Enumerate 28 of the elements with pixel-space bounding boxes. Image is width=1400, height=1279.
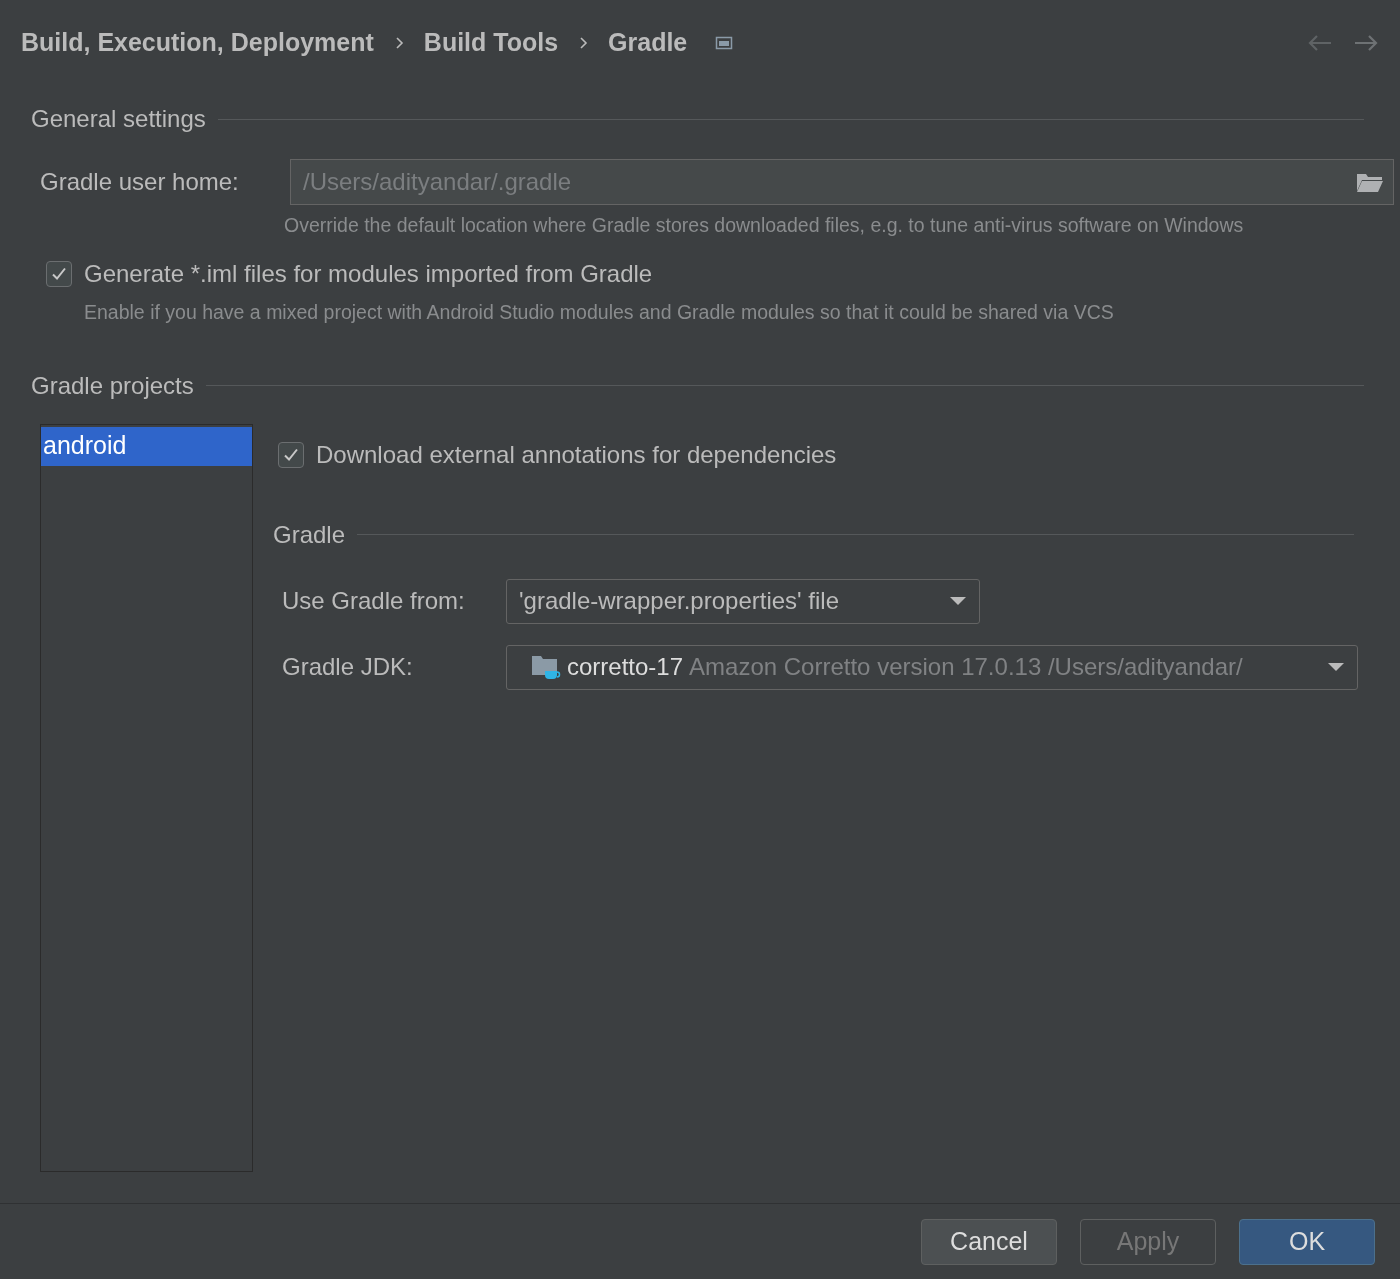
checkbox[interactable] bbox=[278, 441, 304, 468]
field-label: Gradle user home: bbox=[40, 167, 240, 197]
folder-cup-icon bbox=[531, 653, 561, 681]
field-label: Gradle JDK: bbox=[282, 652, 414, 682]
forward-arrow-icon[interactable] bbox=[1353, 32, 1379, 53]
breadcrumb-item[interactable]: Build Tools bbox=[423, 23, 559, 62]
hint-text: Override the default location where Gradle stores downloaded files, e.g. to tune anti-virus software on Windows bbox=[284, 213, 1245, 238]
section-title: Gradle bbox=[273, 519, 346, 550]
section-title: General settings bbox=[31, 104, 206, 134]
section-title: Gradle projects bbox=[31, 370, 194, 401]
dropdown[interactable]: corretto-17 Amazon Corretto version 17.0.13 /Users/adityandar/ bbox=[506, 644, 1358, 690]
project-list-item[interactable]: android bbox=[41, 426, 252, 466]
folder-icon[interactable] bbox=[1356, 171, 1384, 193]
dropdown[interactable]: 'gradle-wrapper.properties' file bbox=[506, 578, 980, 624]
breadcrumb-item[interactable]: Gradle bbox=[608, 23, 688, 62]
checkbox-label: Generate *.iml files for modules imported from Gradle bbox=[84, 259, 653, 290]
chevron-right-icon bbox=[393, 35, 404, 50]
breadcrumb-item[interactable]: Build, Execution, Deployment bbox=[21, 23, 374, 62]
primary-button[interactable]: OK bbox=[1239, 1218, 1375, 1265]
default-button[interactable]: Cancel bbox=[921, 1218, 1057, 1265]
hint-text: Enable if you have a mixed project with Android Studio modules and Gradle modules so that it could be shared via VCS bbox=[84, 300, 1115, 326]
checkbox[interactable] bbox=[46, 261, 72, 288]
caret-icon bbox=[949, 596, 967, 606]
window-icon[interactable] bbox=[715, 34, 734, 51]
checkbox-label: Download external annotations for dependencies bbox=[316, 439, 837, 470]
caret-icon bbox=[1327, 662, 1345, 672]
chevron-right-icon bbox=[578, 35, 589, 50]
field-label: Use Gradle from: bbox=[282, 586, 466, 616]
